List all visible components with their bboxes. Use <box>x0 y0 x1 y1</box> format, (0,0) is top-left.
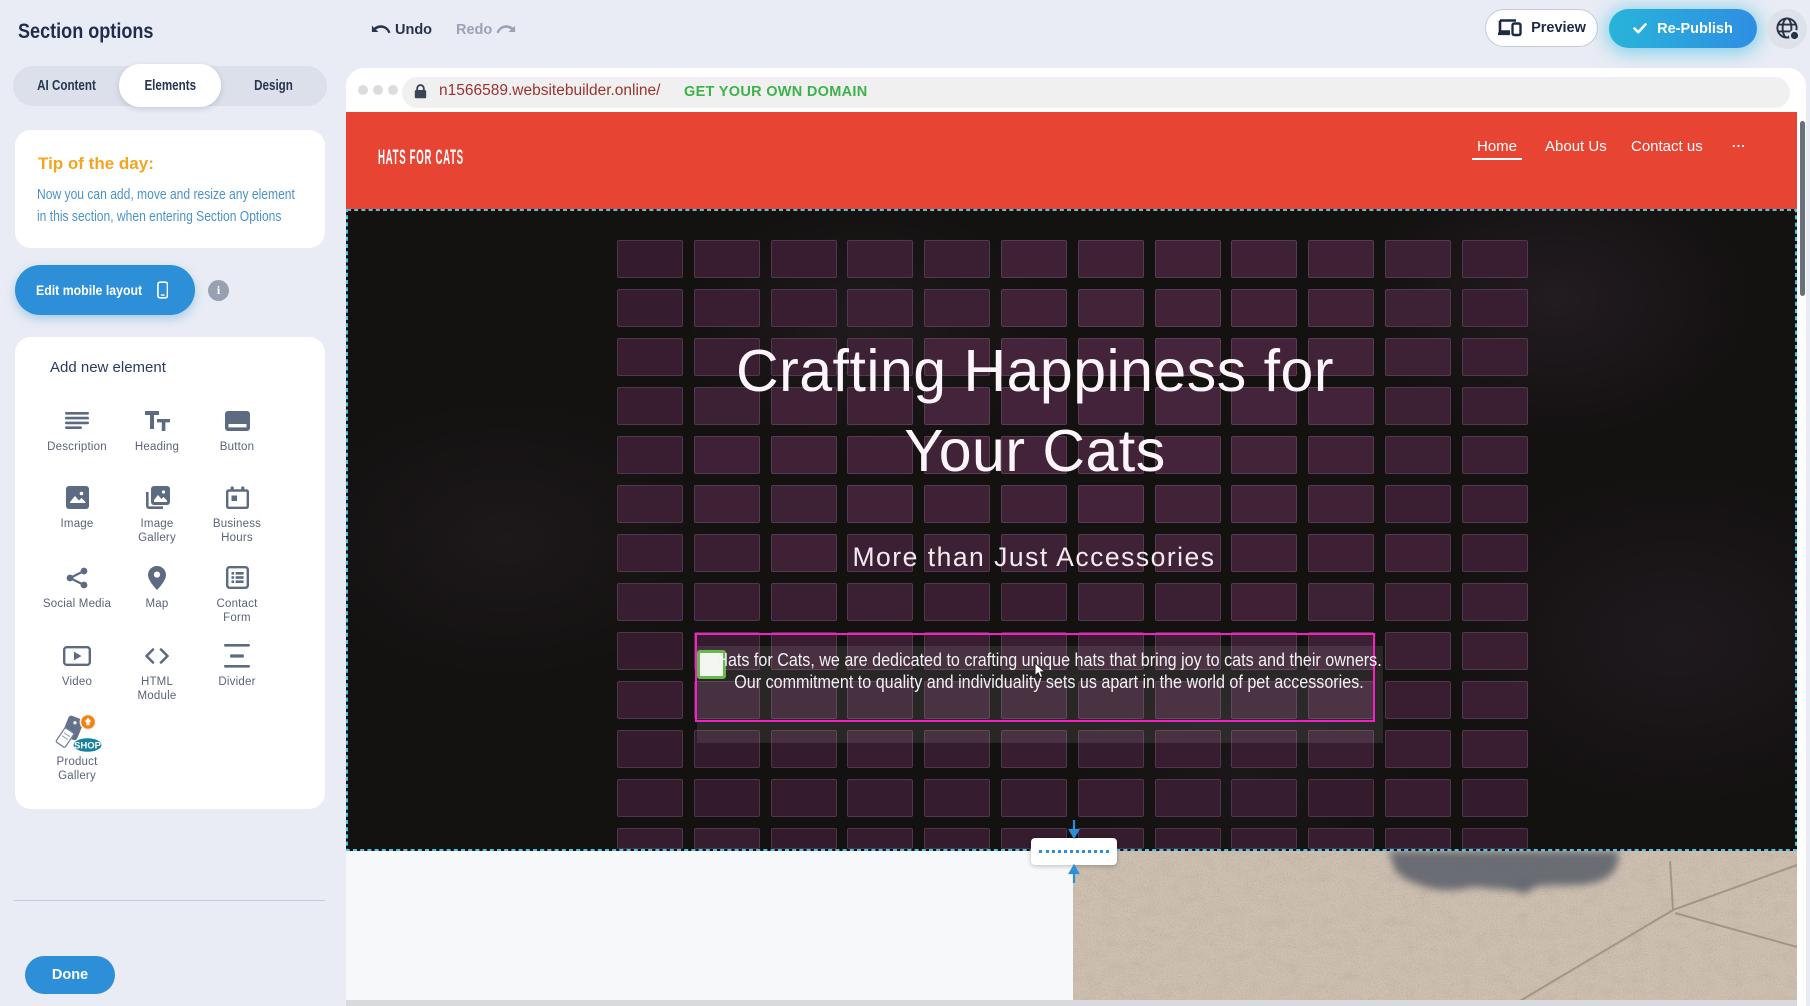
svg-text:SHOP: SHOP <box>74 741 102 752</box>
